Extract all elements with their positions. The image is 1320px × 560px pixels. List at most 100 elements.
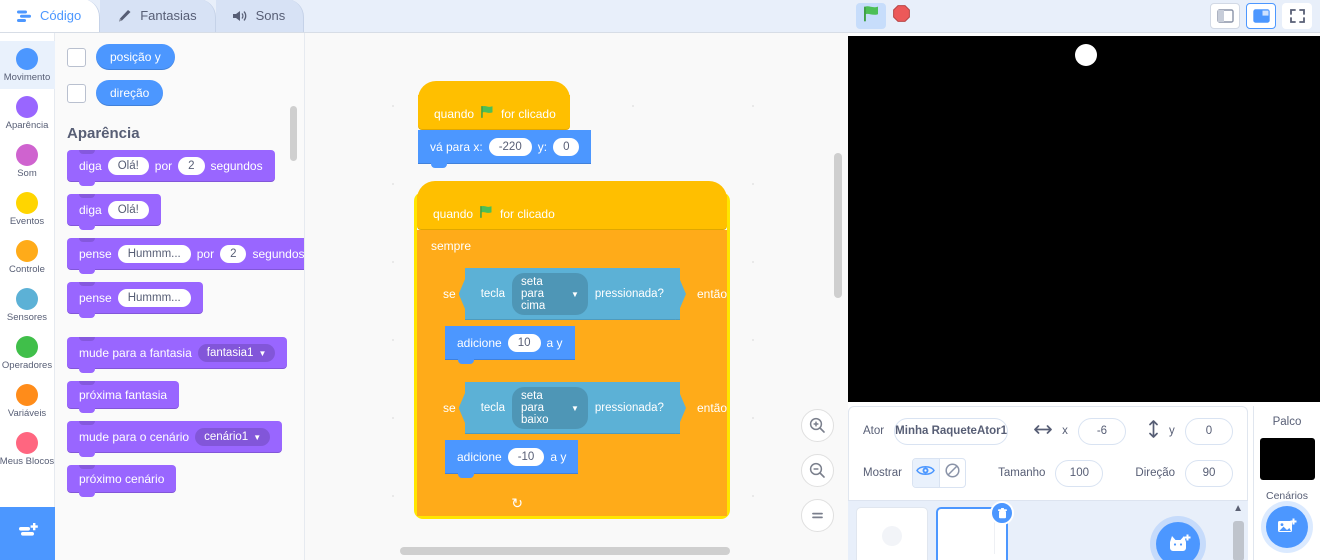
- block-adicione-a-y[interactable]: adicione 10 a y: [445, 326, 575, 364]
- block-input-message[interactable]: Hummm...: [117, 245, 191, 263]
- block-mude-para-cenario[interactable]: mude para o cenário cenário1 ▼: [67, 421, 283, 457]
- script-goto[interactable]: quando for clicado vá para x: -220 y: 0: [418, 81, 592, 168]
- block-input-delta[interactable]: 10: [507, 334, 541, 352]
- show-button[interactable]: [912, 459, 939, 487]
- sprite-name-input[interactable]: Minha RaqueteAtor1: [894, 417, 1009, 445]
- category-operadores[interactable]: Operadores: [0, 329, 55, 377]
- x-label: x: [1062, 425, 1068, 437]
- sprite-thumbnail-paddle[interactable]: [936, 501, 1014, 560]
- block-input-delta[interactable]: -10: [507, 448, 545, 466]
- small-stage-icon: [1216, 9, 1234, 23]
- block-input-x[interactable]: -220: [488, 138, 532, 156]
- small-stage-button[interactable]: [1210, 3, 1240, 29]
- green-flag-button[interactable]: [856, 3, 886, 29]
- category-label: Variáveis: [7, 407, 47, 419]
- delete-sprite-button[interactable]: [990, 501, 1014, 525]
- block-input-message[interactable]: Hummm...: [117, 289, 191, 307]
- category-variaveis[interactable]: Variáveis: [0, 377, 55, 425]
- block-diga-por-segundos[interactable]: diga Olá! por 2 segundos: [67, 150, 275, 186]
- sprite-ball[interactable]: [1075, 44, 1097, 66]
- x-input[interactable]: -6: [1077, 417, 1127, 445]
- category-eventos[interactable]: Eventos: [0, 185, 55, 233]
- stage-selector-panel: Palco Cenários: [1253, 406, 1320, 560]
- block-input-seconds[interactable]: 2: [178, 157, 205, 175]
- scroll-up-arrow-icon[interactable]: ▲: [1233, 503, 1243, 514]
- category-meus-blocos[interactable]: Meus Blocos: [0, 425, 55, 473]
- dropdown-value: seta para baixo: [520, 390, 549, 426]
- block-pense-por-segundos[interactable]: pense Hummm... por 2 segundos: [67, 238, 305, 274]
- block-mude-para-fantasia[interactable]: mude para a fantasia fantasia1 ▼: [67, 337, 288, 373]
- block-adicione-a-y[interactable]: adicione -10 a y: [445, 440, 579, 478]
- block-se-entao-baixo[interactable]: se tecla seta para baixo ▼ pressionada?: [431, 376, 727, 490]
- add-sprite-button[interactable]: [1156, 522, 1200, 560]
- block-input-message[interactable]: Olá!: [107, 157, 149, 175]
- category-movimento[interactable]: Movimento: [0, 41, 55, 89]
- add-backdrop-button[interactable]: [1266, 506, 1308, 548]
- block-va-para-xy[interactable]: vá para x: -220 y: 0: [418, 130, 592, 168]
- category-dot-icon: [16, 191, 38, 214]
- stage-canvas[interactable]: [848, 36, 1320, 402]
- stop-button[interactable]: [886, 3, 916, 29]
- large-stage-button[interactable]: [1246, 3, 1276, 29]
- block-tecla-pressionada[interactable]: tecla seta para baixo ▼ pressionada?: [464, 382, 680, 434]
- hide-button[interactable]: [938, 459, 965, 487]
- zoom-reset-button[interactable]: [801, 499, 834, 532]
- category-controle[interactable]: Controle: [0, 233, 55, 281]
- block-dropdown-fantasia[interactable]: fantasia1 ▼: [197, 344, 276, 362]
- block-proximo-cenario[interactable]: próximo cenário: [67, 465, 177, 497]
- block-text: adicione: [457, 336, 502, 350]
- zoom-out-button[interactable]: [801, 454, 834, 487]
- hat-when-flag-clicked[interactable]: quando for clicado: [417, 181, 727, 230]
- block-input-message[interactable]: Olá!: [107, 201, 149, 219]
- scrollbar-thumb[interactable]: [1233, 521, 1244, 560]
- fullscreen-button[interactable]: [1282, 3, 1312, 29]
- block-sempre[interactable]: sempre se tecla seta para cima ▼ pressio…: [417, 230, 727, 516]
- y-input[interactable]: 0: [1184, 417, 1234, 445]
- visibility-toggle: [911, 458, 967, 488]
- direction-input[interactable]: 90: [1185, 459, 1234, 487]
- block-se-entao-cima[interactable]: se tecla seta para cima ▼ pressionada? e…: [431, 262, 727, 376]
- block-text: pressionada?: [594, 402, 664, 414]
- block-text: segundos: [252, 247, 305, 261]
- workspace-horizontal-scrollbar[interactable]: [400, 547, 730, 555]
- tab-fantasias[interactable]: Fantasias: [100, 0, 216, 32]
- vertical-arrows-icon: [1148, 419, 1159, 443]
- size-input[interactable]: 100: [1055, 459, 1104, 487]
- chevron-down-icon: ▼: [253, 432, 262, 442]
- category-aparencia[interactable]: Aparência: [0, 89, 55, 137]
- sprite-thumbnail-ball[interactable]: [856, 507, 928, 560]
- block-dropdown-cenario[interactable]: cenário1 ▼: [195, 428, 271, 446]
- workspace-vertical-scrollbar[interactable]: [834, 153, 842, 298]
- palette-scrollbar[interactable]: [290, 106, 297, 161]
- stage-thumbnail[interactable]: [1259, 438, 1315, 480]
- block-input-y[interactable]: 0: [553, 138, 580, 156]
- monitor-checkbox-posicao-y[interactable]: [67, 47, 86, 67]
- block-posicao-y[interactable]: posição y: [96, 44, 175, 70]
- sprite-info-row-1: Ator Minha RaqueteAtor1 x -6 y 0: [849, 407, 1247, 447]
- category-dot-icon: [16, 47, 38, 70]
- add-extension-button[interactable]: [0, 507, 55, 560]
- block-dropdown-tecla[interactable]: seta para cima ▼: [511, 273, 588, 315]
- tab-sons[interactable]: Sons: [215, 0, 305, 32]
- script-forever-keys[interactable]: quando for clicado sempre se tecla seta …: [417, 181, 727, 516]
- code-workspace[interactable]: quando for clicado vá para x: -220 y: 0 …: [305, 33, 848, 560]
- block-pense[interactable]: pense Hummm...: [67, 282, 203, 318]
- zoom-in-button[interactable]: [801, 409, 834, 442]
- block-input-seconds[interactable]: 2: [220, 245, 247, 263]
- block-palette[interactable]: posição y direção Aparência diga Olá! po…: [55, 33, 305, 560]
- category-sensores[interactable]: Sensores: [0, 281, 55, 329]
- loop-arrow-icon: ↻: [511, 495, 523, 511]
- stage-header: [848, 0, 1320, 33]
- monitor-checkbox-direcao[interactable]: [67, 83, 86, 103]
- hat-when-flag-clicked[interactable]: quando for clicado: [418, 81, 570, 130]
- category-dot-icon: [16, 143, 38, 166]
- tab-codigo[interactable]: Código: [0, 0, 101, 32]
- block-proxima-fantasia[interactable]: próxima fantasia: [67, 381, 180, 413]
- block-tecla-pressionada[interactable]: tecla seta para cima ▼ pressionada?: [464, 268, 680, 320]
- block-diga[interactable]: diga Olá!: [67, 194, 161, 230]
- category-som[interactable]: Som: [0, 137, 55, 185]
- block-direcao[interactable]: direção: [96, 80, 164, 106]
- block-text: y:: [537, 140, 548, 154]
- block-dropdown-tecla[interactable]: seta para baixo ▼: [511, 387, 588, 429]
- sprite-list-scrollbar[interactable]: ▲: [1233, 503, 1244, 560]
